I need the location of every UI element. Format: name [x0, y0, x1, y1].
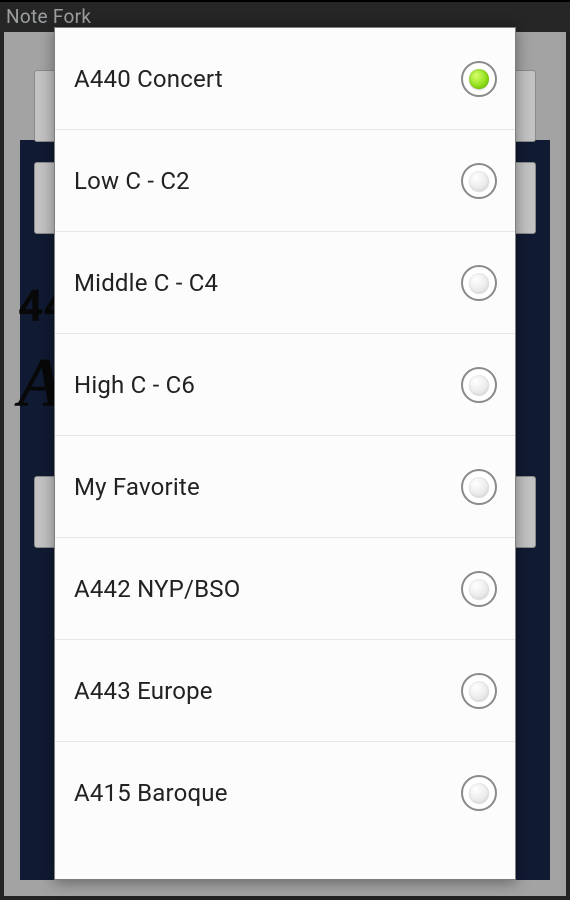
- preset-option[interactable]: My Favorite: [55, 436, 515, 538]
- preset-option-label: Middle C - C4: [74, 269, 218, 297]
- preset-option[interactable]: Low C - C2: [55, 130, 515, 232]
- preset-option[interactable]: Middle C - C4: [55, 232, 515, 334]
- radio-unselected-icon: [469, 783, 489, 803]
- preset-option[interactable]: A443 Europe: [55, 640, 515, 742]
- radio-button[interactable]: [461, 775, 497, 811]
- radio-button[interactable]: [461, 163, 497, 199]
- radio-selected-icon: [469, 69, 489, 89]
- radio-unselected-icon: [469, 681, 489, 701]
- preset-option-label: Low C - C2: [74, 167, 190, 195]
- screen: Note Fork 44 A A440 ConcertLow C - C2Mid…: [0, 0, 570, 900]
- radio-button[interactable]: [461, 265, 497, 301]
- preset-option-label: A442 NYP/BSO: [74, 575, 240, 603]
- preset-option[interactable]: A442 NYP/BSO: [55, 538, 515, 640]
- radio-unselected-icon: [469, 579, 489, 599]
- radio-unselected-icon: [469, 273, 489, 293]
- radio-unselected-icon: [469, 171, 489, 191]
- radio-button[interactable]: [461, 61, 497, 97]
- preset-option[interactable]: High C - C6: [55, 334, 515, 436]
- preset-option-label: My Favorite: [74, 473, 200, 501]
- preset-option[interactable]: A440 Concert: [55, 28, 515, 130]
- radio-button[interactable]: [461, 367, 497, 403]
- preset-dialog: A440 Concert Low C - C2 Middle C - C4 High …: [54, 27, 516, 880]
- radio-button[interactable]: [461, 469, 497, 505]
- modal-overlay[interactable]: A440 Concert Low C - C2 Middle C - C4 High …: [0, 0, 570, 900]
- preset-option[interactable]: A415 Baroque: [55, 742, 515, 844]
- preset-option-label: A415 Baroque: [74, 779, 228, 807]
- radio-button[interactable]: [461, 673, 497, 709]
- preset-option-label: High C - C6: [74, 371, 195, 399]
- preset-option-label: A440 Concert: [74, 65, 223, 93]
- radio-unselected-icon: [469, 477, 489, 497]
- radio-unselected-icon: [469, 375, 489, 395]
- preset-option-label: A443 Europe: [74, 677, 213, 705]
- radio-button[interactable]: [461, 571, 497, 607]
